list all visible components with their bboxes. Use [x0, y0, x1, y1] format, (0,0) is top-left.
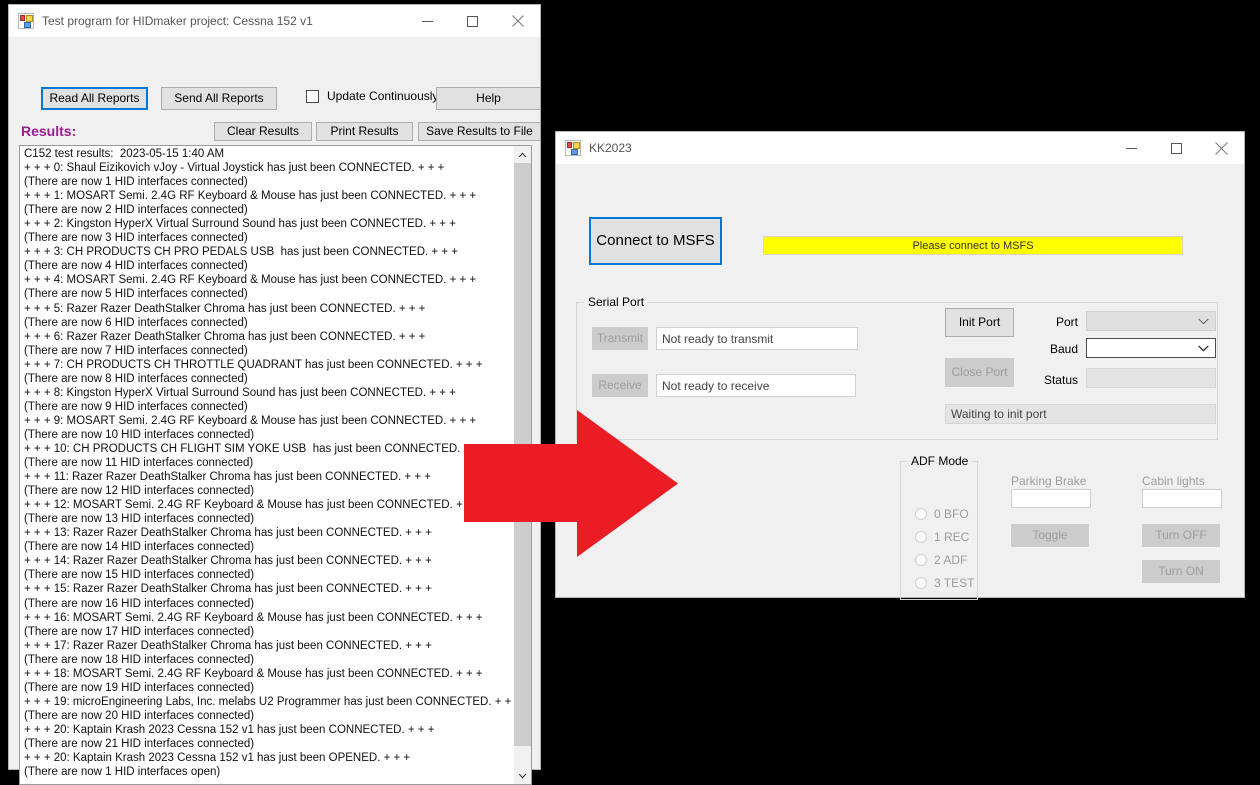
serial-status-field[interactable]	[1086, 368, 1216, 388]
port-label: Port	[1055, 315, 1078, 329]
close-icon[interactable]	[1199, 132, 1244, 164]
adf-radio-1-rec[interactable]: 1 REC	[908, 530, 969, 544]
results-label: Results:	[21, 123, 77, 139]
close-port-button[interactable]: Close Port	[945, 358, 1014, 387]
parking-brake-label: Parking Brake	[1011, 474, 1087, 488]
adf-radio-3-test[interactable]: 3 TEST	[908, 576, 974, 590]
status-label: Status	[1043, 373, 1078, 387]
maximize-icon[interactable]	[1154, 132, 1199, 164]
hidmaker-title-text: Test program for HIDmaker project: Cessn…	[42, 14, 313, 28]
update-continuously-checkbox[interactable]: Update Continuously	[306, 89, 438, 103]
baud-dropdown[interactable]	[1086, 338, 1216, 358]
vb-form-icon	[565, 140, 581, 156]
adf-mode-group-title: ADF Mode	[907, 454, 973, 468]
baud-label: Baud	[1049, 342, 1078, 356]
msfs-connection-status: Please connect to MSFS	[763, 236, 1183, 255]
red-right-arrow-annotation	[464, 410, 678, 557]
init-port-button[interactable]: Init Port	[945, 308, 1014, 337]
cabin-lights-field[interactable]	[1142, 489, 1222, 508]
minimize-icon[interactable]	[405, 5, 450, 37]
serial-port-group-title: Serial Port	[584, 295, 649, 309]
help-button[interactable]: Help	[436, 87, 541, 110]
radio-icon	[915, 508, 927, 520]
minimize-icon[interactable]	[1109, 132, 1154, 164]
adf-radio-0-bfo[interactable]: 0 BFO	[908, 507, 969, 521]
radio-icon	[915, 554, 927, 566]
port-dropdown[interactable]	[1086, 311, 1216, 331]
clear-results-button[interactable]: Clear Results	[214, 122, 312, 141]
send-all-reports-button[interactable]: Send All Reports	[161, 87, 277, 110]
adf-option-label: 1 REC	[934, 530, 970, 544]
kk2023-title-text: KK2023	[589, 141, 632, 155]
screenshot-stage: Test program for HIDmaker project: Cessn…	[0, 0, 1260, 785]
update-continuously-label: Update Continuously	[327, 89, 439, 103]
read-all-reports-button[interactable]: Read All Reports	[41, 87, 148, 110]
results-textarea[interactable]: C152 test results: 2023-05-15 1:40 AM + …	[20, 146, 513, 784]
scroll-up-icon[interactable]	[514, 146, 531, 163]
hidmaker-caption-buttons	[405, 5, 540, 37]
adf-option-label: 2 ADF	[934, 553, 968, 567]
close-icon[interactable]	[495, 5, 540, 37]
adf-option-label: 3 TEST	[934, 576, 975, 590]
print-results-button[interactable]: Print Results	[316, 122, 413, 141]
cabin-lights-turn-on-button[interactable]: Turn ON	[1142, 560, 1220, 583]
radio-icon	[915, 531, 927, 543]
hidmaker-client-area: Read All Reports Send All Reports Update…	[9, 37, 541, 785]
cabin-lights-label: Cabin lights	[1142, 474, 1205, 488]
cabin-lights-turn-off-button[interactable]: Turn OFF	[1142, 524, 1220, 547]
serial-waiting-field[interactable]: Waiting to init port	[945, 404, 1216, 424]
maximize-icon[interactable]	[450, 5, 495, 37]
checkbox-box[interactable]	[306, 89, 319, 103]
kk2023-caption-buttons	[1109, 132, 1244, 164]
hidmaker-test-window: Test program for HIDmaker project: Cessn…	[8, 4, 541, 785]
parking-brake-toggle-button[interactable]: Toggle	[1011, 524, 1089, 547]
transmit-status-field[interactable]: Not ready to transmit	[656, 327, 858, 350]
chevron-down-icon	[1198, 339, 1209, 357]
parking-brake-field[interactable]	[1011, 489, 1091, 508]
kk2023-titlebar[interactable]: KK2023	[556, 132, 1244, 164]
transmit-button[interactable]: Transmit	[592, 327, 648, 350]
receive-status-field[interactable]: Not ready to receive	[656, 374, 856, 397]
adf-radio-2-adf[interactable]: 2 ADF	[908, 553, 967, 567]
connect-to-msfs-button[interactable]: Connect to MSFS	[589, 217, 722, 265]
results-panel: C152 test results: 2023-05-15 1:40 AM + …	[19, 145, 532, 785]
vb-form-icon	[18, 13, 34, 29]
radio-icon	[915, 577, 927, 589]
receive-button[interactable]: Receive	[592, 374, 648, 397]
hidmaker-titlebar[interactable]: Test program for HIDmaker project: Cessn…	[9, 5, 540, 37]
adf-option-label: 0 BFO	[934, 507, 969, 521]
chevron-down-icon	[1198, 312, 1209, 330]
save-results-to-file-button[interactable]: Save Results to File	[418, 122, 541, 141]
